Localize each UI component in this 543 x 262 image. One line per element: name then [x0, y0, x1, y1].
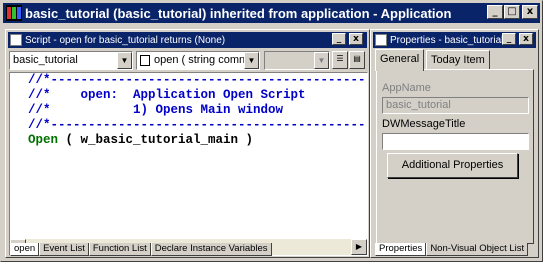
script-window: Script - open for basic_tutorial returns…	[5, 29, 370, 258]
tab-general[interactable]: General	[375, 49, 425, 71]
document-icon	[140, 55, 150, 66]
script-minimize-button[interactable]: _	[332, 33, 346, 45]
script-titlebar[interactable]: Script - open for basic_tutorial returns…	[8, 32, 367, 48]
code-line: //* 1) Opens Main window	[28, 103, 284, 117]
split-view-icon[interactable]: ▤	[349, 51, 365, 69]
properties-minimize-button[interactable]: _	[502, 33, 516, 45]
appname-field: basic_tutorial	[382, 97, 529, 114]
script-close-button[interactable]: x	[349, 33, 363, 45]
properties-bottom-tabs: Properties Non-Visual Object List	[375, 243, 529, 256]
event-combo[interactable]: open ( string comn ▼	[136, 51, 260, 70]
tab-non-visual-object-list[interactable]: Non-Visual Object List	[426, 243, 529, 256]
additional-properties-button[interactable]: Additional Properties	[387, 153, 518, 178]
script-window-icon	[10, 34, 22, 46]
tab-function-list[interactable]: Function List	[88, 243, 151, 256]
list-view-icon[interactable]: ☰	[332, 51, 348, 69]
code-line: //*-------------------------------------…	[28, 73, 368, 87]
chevron-down-icon[interactable]: ▼	[314, 52, 329, 69]
object-combo[interactable]: basic_tutorial ▼	[9, 51, 133, 70]
appname-label: AppName	[382, 82, 431, 94]
properties-title: Properties - basic_tutorial	[390, 34, 504, 46]
general-tab-panel: AppName basic_tutorial DWMessageTitle Ad…	[376, 69, 534, 244]
restore-button[interactable]: □	[504, 5, 520, 19]
dwmessagetitle-label: DWMessageTitle	[382, 118, 466, 130]
powerbuilder-app-icon	[6, 5, 22, 21]
tab-declare-instance-variables[interactable]: Declare Instance Variables	[150, 243, 272, 256]
chevron-down-icon[interactable]: ▼	[117, 52, 132, 69]
close-button[interactable]: x	[522, 5, 538, 19]
object-combo-value: basic_tutorial	[13, 54, 78, 66]
chevron-down-icon[interactable]: ▼	[244, 52, 259, 69]
code-line: //* open: Application Open Script	[28, 88, 306, 102]
application-window: basic_tutorial (basic_tutorial) inherite…	[0, 0, 543, 262]
properties-window: Properties - basic_tutorial _ x General …	[370, 29, 539, 258]
properties-close-button[interactable]: x	[519, 33, 533, 45]
app-title: basic_tutorial (basic_tutorial) inherite…	[25, 5, 452, 21]
scroll-right-icon[interactable]: ▶	[351, 239, 367, 255]
tab-open[interactable]: open	[10, 243, 40, 256]
script-title: Script - open for basic_tutorial returns…	[25, 34, 226, 46]
tab-properties[interactable]: Properties	[375, 243, 427, 256]
code-area[interactable]: //*-------------------------------------…	[28, 73, 368, 148]
script-bottom-tabs: open Event List Function List Declare In…	[10, 243, 272, 256]
dwmessagetitle-field[interactable]	[382, 133, 529, 150]
event-combo-value: open ( string comn	[154, 54, 246, 66]
code-statement: ( w_basic_tutorial_main )	[58, 133, 254, 147]
ancestor-combo[interactable]: ▼	[264, 51, 330, 70]
app-titlebar[interactable]: basic_tutorial (basic_tutorial) inherite…	[3, 3, 540, 23]
open-keyword: Open	[28, 133, 59, 147]
tab-today-item[interactable]: Today Item	[426, 50, 490, 70]
minimize-button[interactable]: _	[487, 5, 503, 19]
script-editor[interactable]: //*-------------------------------------…	[9, 72, 368, 256]
code-line: //*-------------------------------------…	[28, 118, 368, 132]
tab-event-list[interactable]: Event List	[39, 243, 89, 256]
properties-window-icon	[375, 34, 387, 46]
